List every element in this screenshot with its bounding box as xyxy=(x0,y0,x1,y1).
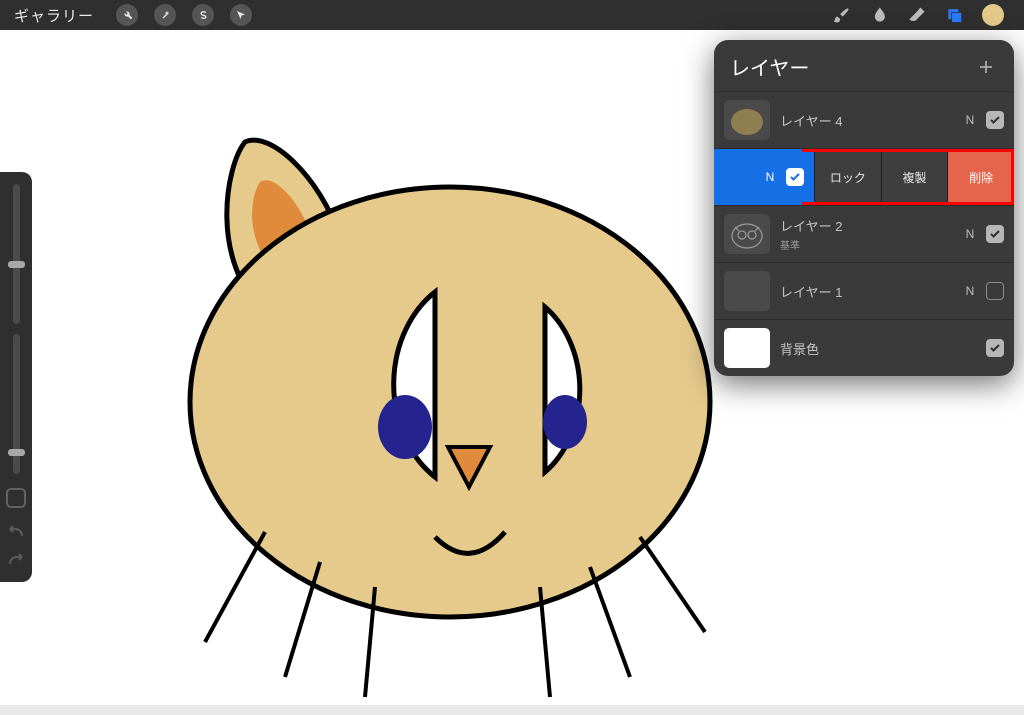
delete-layer-button[interactable]: 削除 xyxy=(947,149,1014,205)
layer-thumb xyxy=(724,100,770,140)
layers-title: レイヤー xyxy=(730,52,809,81)
layer-row[interactable]: レイヤー 1 N xyxy=(714,262,1014,319)
layer-row-swiped: N ロック 複製 削除 xyxy=(714,148,1014,205)
modify-button[interactable] xyxy=(6,488,26,508)
adjustments-button[interactable] xyxy=(146,0,184,30)
visibility-checkbox[interactable] xyxy=(986,111,1004,129)
layer-reference-label: 基準 xyxy=(780,237,960,252)
actions-button[interactable] xyxy=(108,0,146,30)
wand-icon xyxy=(154,4,176,26)
blend-mode[interactable]: N xyxy=(760,170,780,184)
cursor-icon xyxy=(230,4,252,26)
layer-name: 背景色 xyxy=(780,339,960,358)
layers-popover: レイヤー レイヤー 4 N N ロック 複製 削除 xyxy=(714,40,1014,376)
brush-button[interactable] xyxy=(822,0,860,30)
layer-name: レイヤー 1 xyxy=(780,282,960,301)
redo-button[interactable] xyxy=(5,549,27,571)
canvas-bottom-bar xyxy=(0,705,1024,715)
visibility-checkbox[interactable] xyxy=(986,282,1004,300)
slider-thumb[interactable] xyxy=(8,449,25,456)
lock-layer-button[interactable]: ロック xyxy=(814,149,881,205)
brush-icon xyxy=(831,5,851,25)
wrench-icon xyxy=(116,4,138,26)
eraser-icon xyxy=(907,5,927,25)
layer-name: レイヤー 2 基準 xyxy=(780,216,960,252)
color-swatch-icon xyxy=(982,4,1004,26)
plus-icon xyxy=(977,58,995,76)
visibility-checkbox[interactable] xyxy=(986,225,1004,243)
top-toolbar: ギャラリー xyxy=(0,0,1024,30)
blend-mode[interactable]: N xyxy=(960,284,980,298)
add-layer-button[interactable] xyxy=(974,55,998,79)
layers-header: レイヤー xyxy=(714,40,1014,91)
blend-mode[interactable]: N xyxy=(960,113,980,127)
layer-row-selected[interactable]: N xyxy=(714,149,814,205)
blend-mode[interactable]: N xyxy=(960,227,980,241)
smudge-button[interactable] xyxy=(860,0,898,30)
layers-icon xyxy=(945,5,965,25)
slider-thumb[interactable] xyxy=(8,261,25,268)
layer-thumb xyxy=(724,271,770,311)
visibility-checkbox[interactable] xyxy=(786,168,804,186)
selection-button[interactable] xyxy=(184,0,222,30)
duplicate-layer-button[interactable]: 複製 xyxy=(881,149,948,205)
color-button[interactable] xyxy=(974,0,1012,30)
gallery-button[interactable]: ギャラリー xyxy=(0,5,108,26)
smudge-icon xyxy=(869,5,889,25)
layer-thumb xyxy=(724,214,770,254)
brush-opacity-slider[interactable] xyxy=(13,334,20,474)
layer-thumb xyxy=(724,328,770,368)
left-tool-group xyxy=(108,0,260,30)
layer-row[interactable]: レイヤー 4 N xyxy=(714,91,1014,148)
layer-row[interactable]: レイヤー 2 基準 N xyxy=(714,205,1014,262)
s-icon xyxy=(192,4,214,26)
cat-drawing xyxy=(110,82,750,702)
transform-button[interactable] xyxy=(222,0,260,30)
swipe-actions: ロック 複製 削除 xyxy=(814,149,1014,205)
redo-icon xyxy=(7,553,25,567)
layer-row-background[interactable]: 背景色 xyxy=(714,319,1014,376)
undo-icon xyxy=(7,525,25,539)
eraser-button[interactable] xyxy=(898,0,936,30)
right-tool-group xyxy=(822,0,1024,30)
left-sidebar xyxy=(0,172,32,582)
layers-button[interactable] xyxy=(936,0,974,30)
undo-button[interactable] xyxy=(5,521,27,543)
brush-size-slider[interactable] xyxy=(13,184,20,324)
layer-name: レイヤー 4 xyxy=(780,111,960,130)
visibility-checkbox[interactable] xyxy=(986,339,1004,357)
